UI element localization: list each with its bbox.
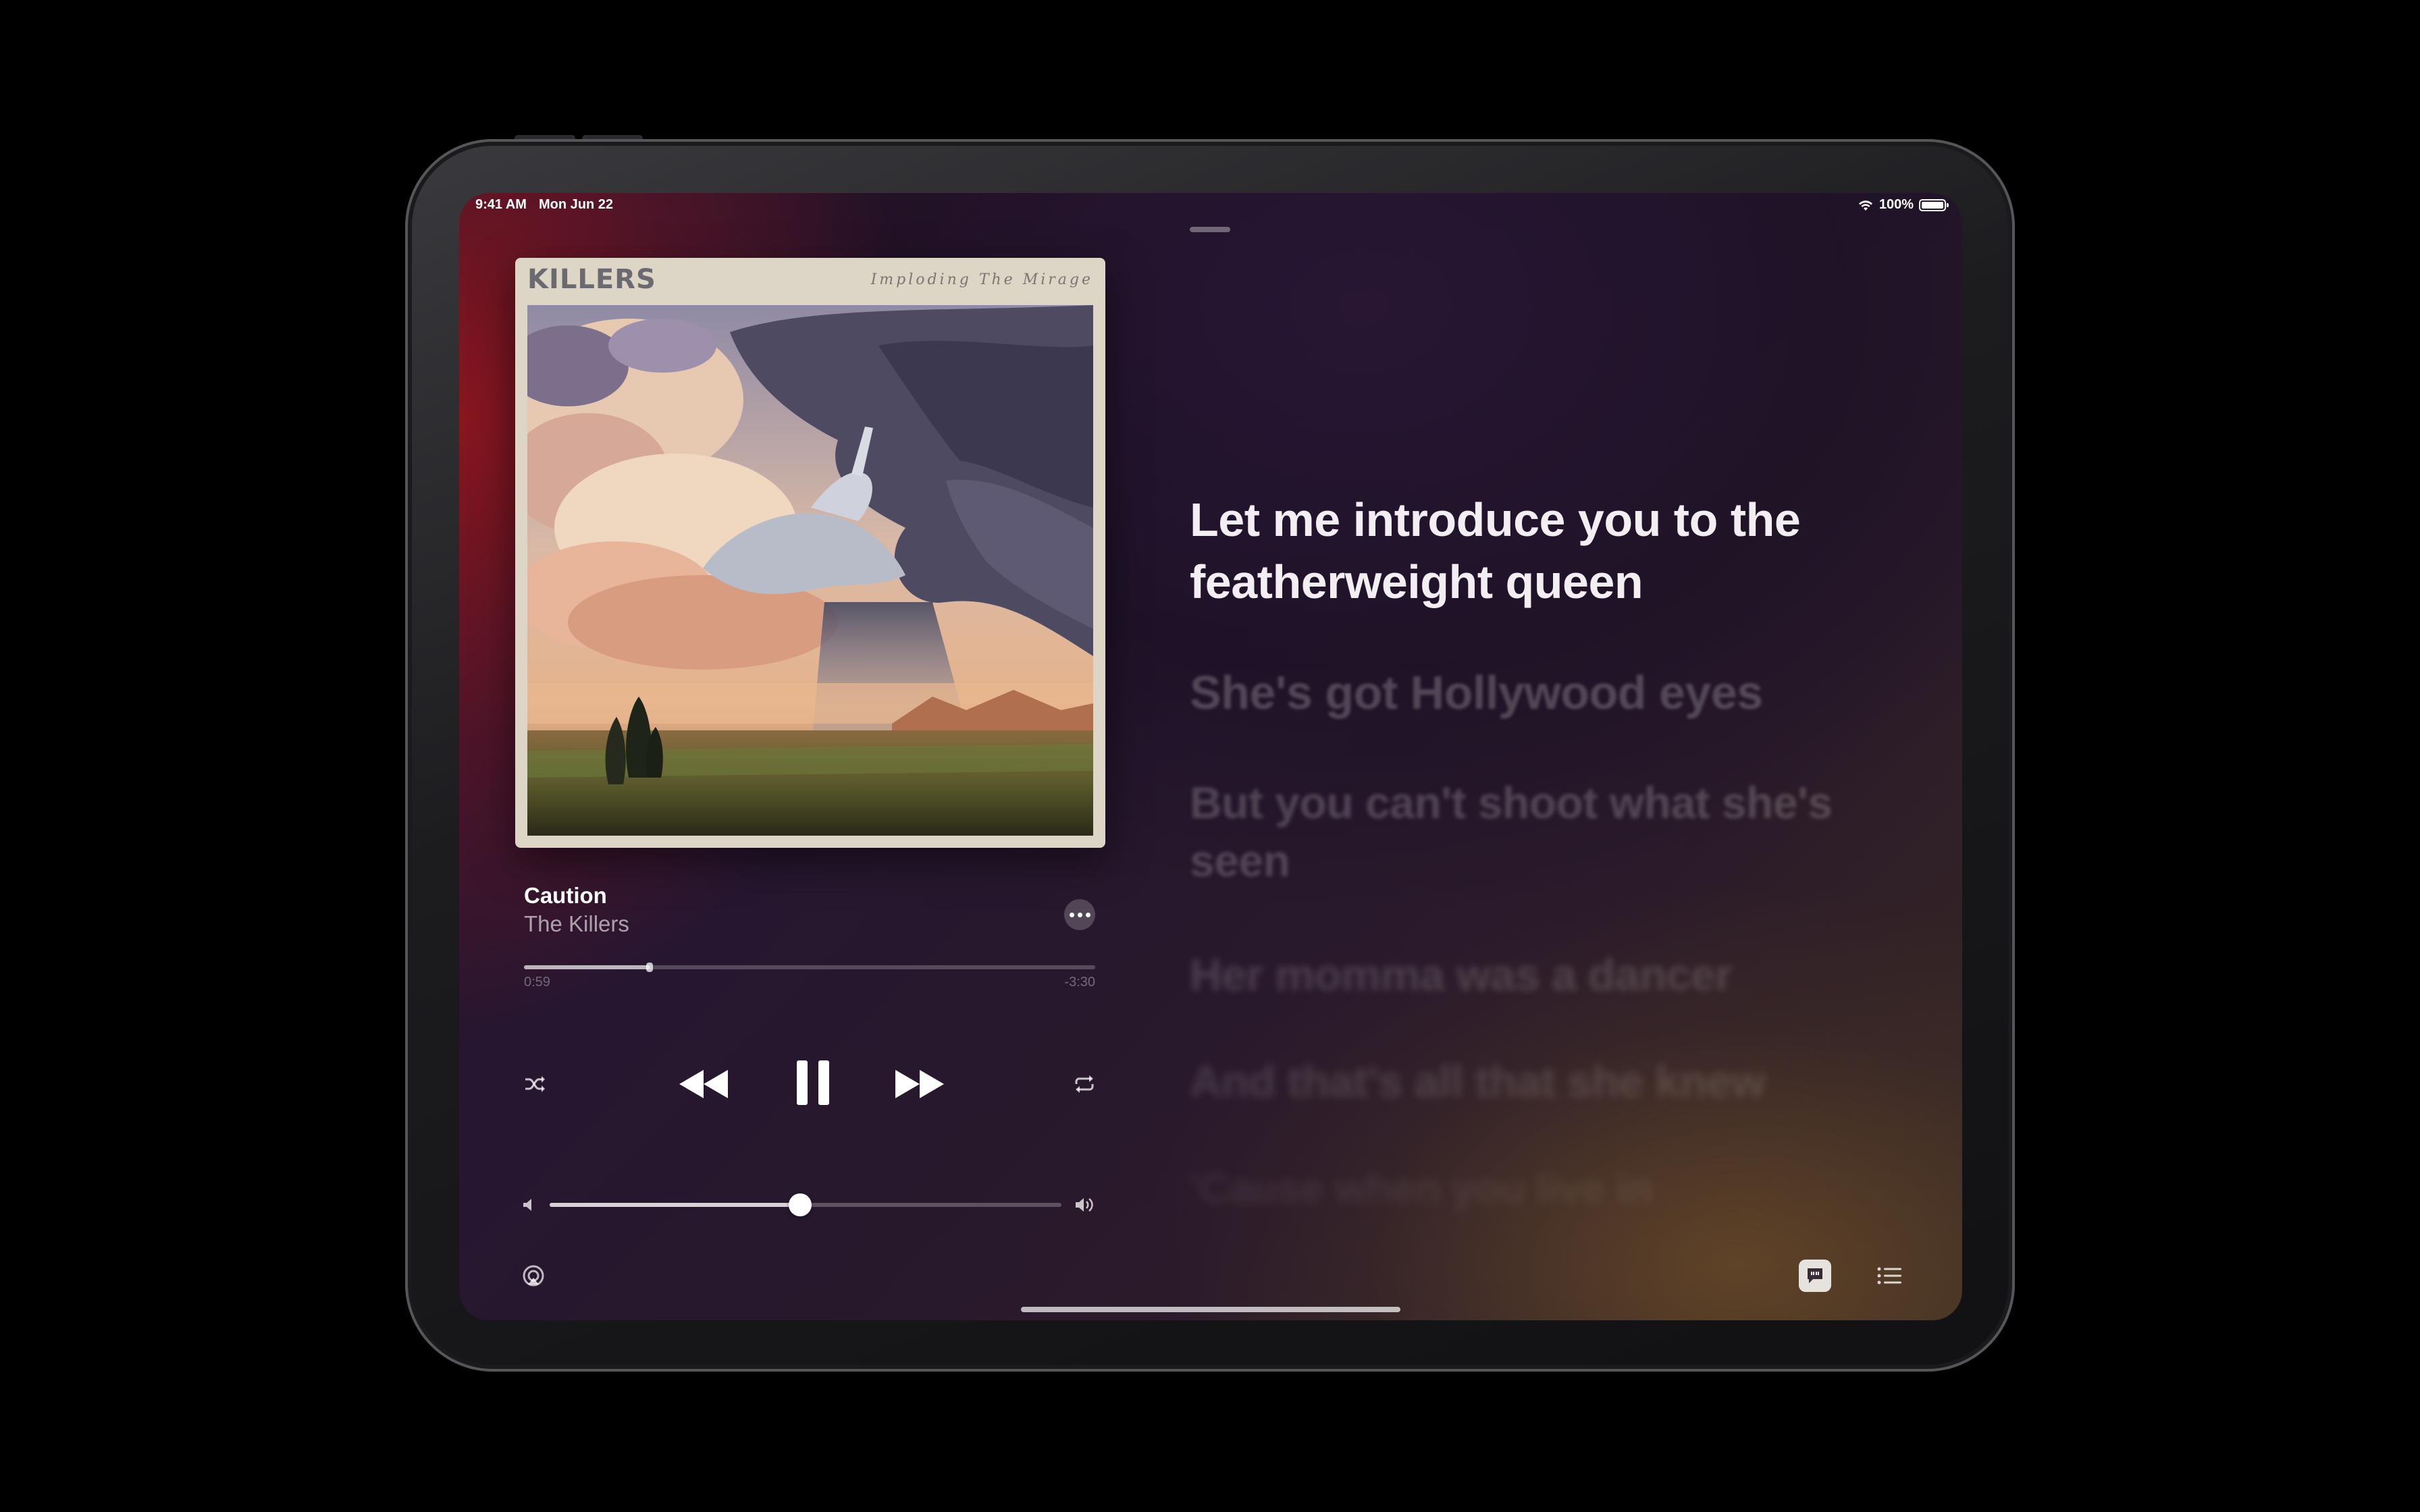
lyric-line[interactable]: And that's all that she knew (1190, 1050, 1905, 1112)
lyric-line[interactable]: 'Cause when you live in (1190, 1158, 1905, 1220)
playback-progress-fill (524, 965, 650, 969)
status-bar-right: 100% (1858, 197, 1949, 213)
stage: 9:41 AM Mon Jun 22 100% KILLERS Implodin… (0, 0, 2420, 1512)
playback-scrubber-knob[interactable] (646, 963, 654, 972)
repeat-button[interactable] (1071, 1071, 1098, 1098)
track-artist[interactable]: The Killers (524, 911, 629, 937)
battery-icon (1919, 198, 1949, 211)
airplay-icon (523, 1265, 544, 1287)
fast-forward-button[interactable] (891, 1058, 948, 1110)
time-remaining: -3:30 (1064, 975, 1095, 990)
ellipsis-icon (1069, 912, 1074, 917)
repeat-icon (1075, 1075, 1094, 1093)
home-indicator[interactable] (1021, 1307, 1400, 1312)
pause-icon (797, 1060, 829, 1105)
volume-slider-knob[interactable] (789, 1193, 812, 1216)
album-artwork: KILLERS Imploding The Mirage (515, 258, 1105, 848)
queue-list-icon (1877, 1267, 1901, 1285)
status-bar-left: 9:41 AM Mon Jun 22 (475, 197, 613, 213)
wifi-icon (1858, 200, 1872, 211)
status-date: Mon Jun 22 (538, 197, 613, 212)
lyrics-button[interactable] (1799, 1260, 1831, 1292)
airplay-button[interactable] (520, 1262, 547, 1289)
volume-high-icon (1074, 1195, 1098, 1215)
volume-fill (550, 1203, 801, 1207)
lyrics-icon (1808, 1268, 1822, 1283)
more-options-button[interactable] (1064, 899, 1095, 930)
lyric-line[interactable]: Her momma was a dancer (1190, 944, 1905, 1006)
volume-low-icon (519, 1195, 539, 1215)
queue-button[interactable] (1874, 1262, 1904, 1289)
playback-scrubber[interactable] (524, 963, 1095, 972)
rewind-icon (679, 1070, 728, 1098)
pause-button[interactable] (781, 1050, 845, 1115)
battery-percent: 100% (1878, 197, 1914, 212)
album-title-text: Imploding The Mirage (870, 271, 1093, 288)
ellipsis-icon (1085, 912, 1090, 917)
shuffle-button[interactable] (521, 1071, 548, 1098)
time-elapsed: 0:59 (524, 975, 550, 990)
rewind-button[interactable] (675, 1058, 732, 1110)
lyric-line[interactable]: But you can't shoot what she's seen (1190, 774, 1905, 890)
music-player-screen: 9:41 AM Mon Jun 22 100% KILLERS Implodin… (459, 193, 1962, 1320)
track-title: Caution (524, 883, 607, 908)
album-header: KILLERS Imploding The Mirage (515, 258, 1105, 301)
lyric-line[interactable]: She's got Hollywood eyes (1190, 662, 1905, 724)
ellipsis-icon (1077, 912, 1082, 917)
fast-forward-icon (895, 1070, 944, 1098)
shuffle-icon (525, 1076, 545, 1092)
lyric-line-current[interactable]: Let me introduce you to the featherweigh… (1190, 489, 1905, 613)
sheet-grabber[interactable] (1190, 227, 1230, 232)
volume-slider[interactable] (550, 1193, 1061, 1216)
album-painting (527, 305, 1093, 836)
status-time: 9:41 AM (475, 197, 527, 212)
album-artist-logo: KILLERS (527, 264, 656, 295)
